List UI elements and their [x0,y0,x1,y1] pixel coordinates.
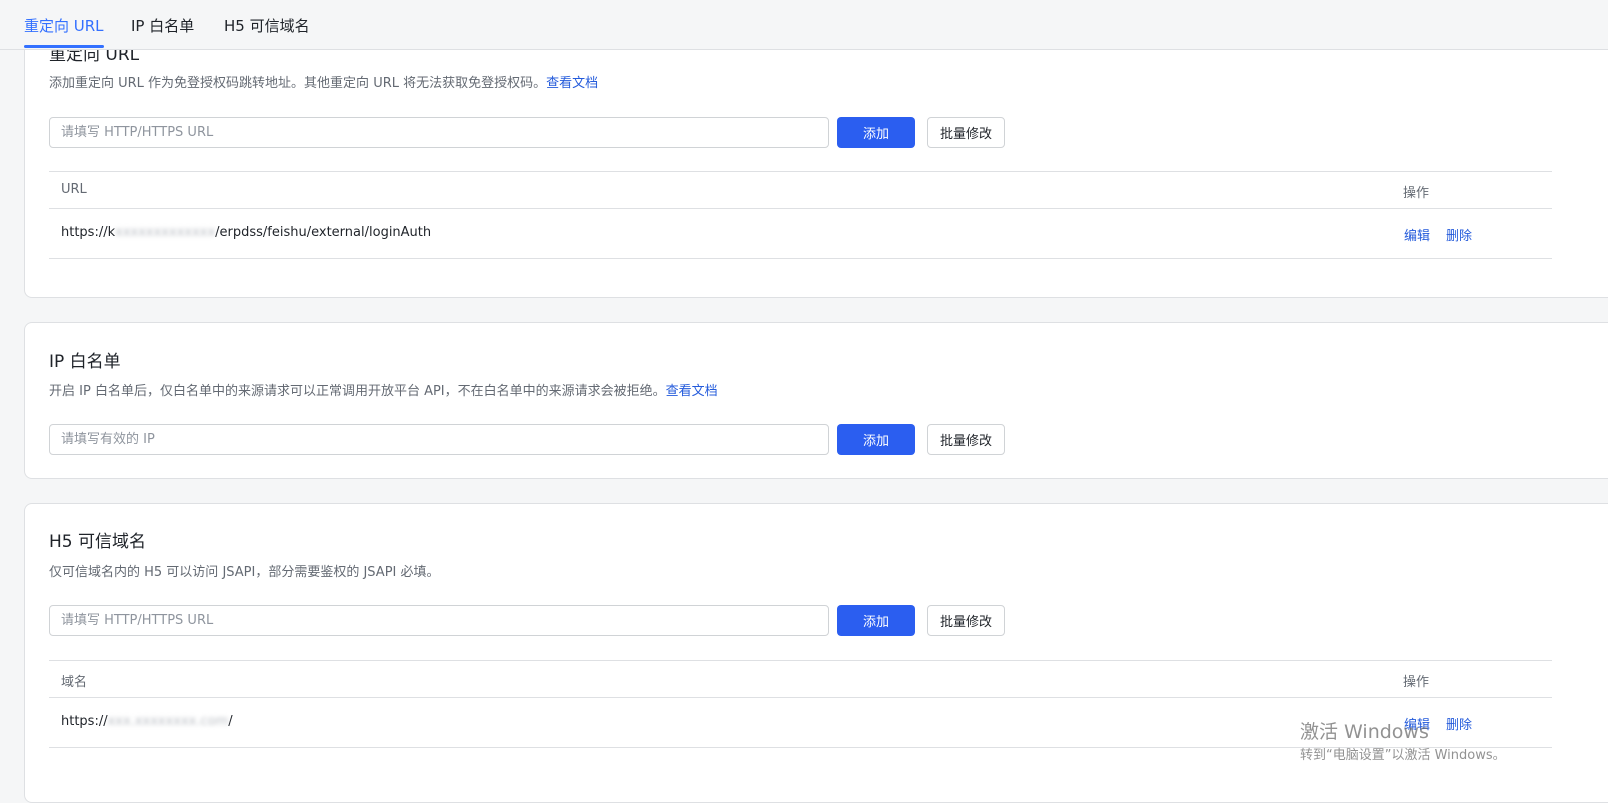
redirect-url-description-text: 添加重定向 URL 作为免登授权码跳转地址。其他重定向 URL 将无法获取免登授… [49,76,547,91]
ip-whitelist-description: 开启 IP 白名单后，仅白名单中的来源请求可以正常调用开放平台 API，不在白名… [49,383,718,401]
h5-domain-table-header: 域名 操作 [49,660,1552,698]
column-header-actions: 操作 [1403,675,1430,690]
table-row: https://kxxxxxxxxxxxxx/erpdss/feishu/ext… [49,209,1552,259]
redirect-url-batch-edit-button[interactable]: 批量修改 [927,117,1005,148]
ip-whitelist-input[interactable] [49,424,829,455]
ip-whitelist-card: IP 白名单 开启 IP 白名单后，仅白名单中的来源请求可以正常调用开放平台 A… [24,322,1608,479]
redirect-url-value: https://kxxxxxxxxxxxxx/erpdss/feishu/ext… [61,225,431,240]
edit-redirect-url-link[interactable]: 编辑 [1404,225,1430,244]
masked-domain-segment: xxx.xxxxxxxx.com [107,714,229,729]
redirect-url-doc-link[interactable]: 查看文档 [546,76,598,91]
h5-domain-add-button[interactable]: 添加 [837,605,915,636]
tab-ip-whitelist[interactable]: IP 白名单 [131,16,194,36]
redirect-url-table: URL 操作 https://kxxxxxxxxxxxxx/erpdss/fei… [49,171,1552,259]
url-suffix: /erpdss/feishu/external/loginAuth [215,225,432,240]
h5-domain-input[interactable] [49,605,829,636]
windows-activation-watermark-subtitle: 转到“电脑设置”以激活 Windows。 [1300,748,1506,763]
redirect-url-input[interactable] [49,117,829,148]
redirect-url-add-button[interactable]: 添加 [837,117,915,148]
redirect-url-table-header: URL 操作 [49,171,1552,209]
ip-whitelist-add-button[interactable]: 添加 [837,424,915,455]
section-tabbar: 重定向 URL IP 白名单 H5 可信域名 [0,0,1608,50]
masked-url-segment: xxxxxxxxxxxxx [115,225,216,240]
redirect-url-card: 重定向 URL 添加重定向 URL 作为免登授权码跳转地址。其他重定向 URL … [24,20,1608,298]
active-tab-indicator [24,45,104,48]
url-prefix: https://k [61,225,116,240]
h5-domain-title: H5 可信域名 [49,532,147,552]
column-header-domain: 域名 [61,675,88,690]
h5-domain-description: 仅可信域名内的 H5 可以访问 JSAPI，部分需要鉴权的 JSAPI 必填。 [49,565,440,580]
delete-h5-domain-link[interactable]: 删除 [1446,714,1472,733]
delete-redirect-url-link[interactable]: 删除 [1446,225,1472,244]
redirect-url-description: 添加重定向 URL 作为免登授权码跳转地址。其他重定向 URL 将无法获取免登授… [49,75,598,93]
ip-whitelist-doc-link[interactable]: 查看文档 [666,384,718,399]
domain-suffix: / [228,714,233,729]
ip-whitelist-title: IP 白名单 [49,352,121,372]
column-header-actions: 操作 [1403,186,1430,201]
tab-h5-trusted-domain[interactable]: H5 可信域名 [224,16,310,36]
windows-activation-watermark-title: 激活 Windows [1300,721,1429,743]
column-header-url: URL [61,182,87,197]
ip-whitelist-batch-edit-button[interactable]: 批量修改 [927,424,1005,455]
ip-whitelist-description-text: 开启 IP 白名单后，仅白名单中的来源请求可以正常调用开放平台 API，不在白名… [49,384,666,399]
h5-domain-value: https://xxx.xxxxxxxx.com/ [61,714,233,729]
tab-redirect-url[interactable]: 重定向 URL [24,16,104,36]
h5-domain-batch-edit-button[interactable]: 批量修改 [927,605,1005,636]
domain-prefix: https:// [61,714,108,729]
